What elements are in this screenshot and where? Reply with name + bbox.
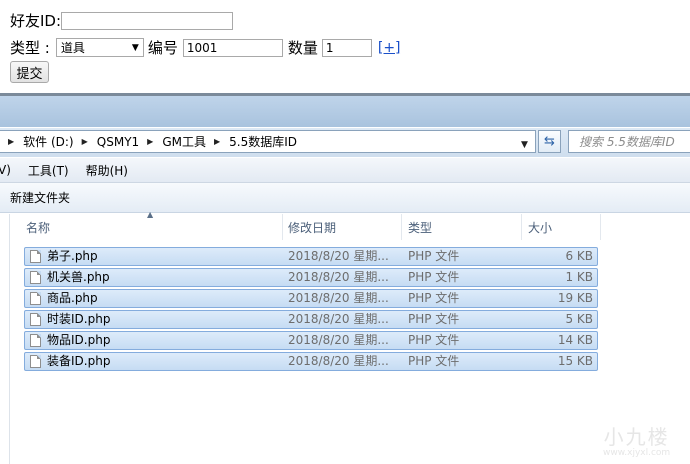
item-row: 类型 : 道具 ▼ 编号 数量 [+] [10,37,401,58]
breadcrumb-item[interactable]: QSMY1 [97,135,139,149]
file-type: PHP 文件 [408,270,460,284]
file-date: 2018/8/20 星期... [288,312,389,326]
breadcrumb: ▶ QSMY1 [82,135,140,149]
quantity-input[interactable] [321,38,372,57]
search-input[interactable]: 搜索 5.5数据库ID [568,130,690,153]
file-row[interactable]: 商品.php 2018/8/20 星期... PHP 文件 19 KB [24,289,598,308]
menu-bar: V) 工具(T) 帮助(H) [0,158,690,183]
column-separator[interactable] [600,214,601,240]
friend-id-row: 好友ID: [10,10,234,31]
file-size: 14 KB [557,333,593,347]
file-name: 商品.php [47,291,98,305]
triangle-right-icon[interactable]: ▶ [147,137,153,146]
address-bar: ▶ 软件 (D:) ▶ QSMY1 ▶ GM工具 ▶ 5.5数据库ID ▼ ⇆ … [0,128,690,157]
refresh-button[interactable]: ⇆ [538,130,561,153]
watermark-title: 小九楼 [603,425,670,449]
triangle-right-icon[interactable]: ▶ [8,137,14,146]
column-separator[interactable] [521,214,522,240]
type-select[interactable]: 道具 ▼ [55,38,144,57]
file-date: 2018/8/20 星期... [288,333,389,347]
file-date: 2018/8/20 星期... [288,270,389,284]
chevron-down-icon: ▼ [131,42,139,53]
file-type: PHP 文件 [408,249,460,263]
column-separator[interactable] [401,214,402,240]
file-type: PHP 文件 [408,312,460,326]
column-header-type[interactable]: 类型 [408,214,521,240]
file-explorer-window: ▶ 软件 (D:) ▶ QSMY1 ▶ GM工具 ▶ 5.5数据库ID ▼ ⇆ … [0,96,690,464]
file-name: 时装ID.php [47,312,111,326]
file-row[interactable]: 装备ID.php 2018/8/20 星期... PHP 文件 15 KB [24,352,598,371]
file-name: 物品ID.php [47,333,111,347]
file-type: PHP 文件 [408,291,460,305]
watermark-url: www.xjyxl.com [603,448,671,458]
friend-id-input[interactable] [61,11,234,30]
breadcrumb: ▶ GM工具 [147,133,206,150]
file-row[interactable]: 机关兽.php 2018/8/20 星期... PHP 文件 1 KB [24,268,598,287]
file-icon [30,355,41,368]
type-selected-value: 道具 [60,41,85,55]
file-size: 15 KB [557,354,593,368]
breadcrumb-item[interactable]: 软件 (D:) [23,133,73,150]
refresh-icon: ⇆ [544,134,555,149]
quantity-label: 数量 [287,39,318,57]
file-row[interactable]: 物品ID.php 2018/8/20 星期... PHP 文件 14 KB [24,331,598,350]
breadcrumb-item[interactable]: GM工具 [162,133,206,150]
file-date: 2018/8/20 星期... [288,249,389,263]
chevron-down-icon[interactable]: ▼ [521,140,528,150]
breadcrumb: ▶ 软件 (D:) [8,133,74,150]
triangle-right-icon[interactable]: ▶ [214,137,220,146]
file-name: 机关兽.php [47,270,110,284]
file-list: 弟子.php 2018/8/20 星期... PHP 文件 6 KB 机关兽.p… [24,247,598,373]
address-box[interactable]: ▶ 软件 (D:) ▶ QSMY1 ▶ GM工具 ▶ 5.5数据库ID ▼ [0,130,536,153]
file-row[interactable]: 弟子.php 2018/8/20 星期... PHP 文件 6 KB [24,247,598,266]
column-separator[interactable] [282,214,283,240]
file-type: PHP 文件 [408,333,460,347]
title-bar [0,96,690,127]
file-icon [30,334,41,347]
file-size: 1 KB [565,270,593,284]
breadcrumb-item[interactable]: 5.5数据库ID [229,133,297,150]
column-header-size[interactable]: 大小 [528,214,600,240]
file-name: 装备ID.php [47,354,111,368]
menu-item-view[interactable]: V) [0,163,11,177]
web-form: 好友ID: 类型 : 道具 ▼ 编号 数量 [+] 提交 [0,0,690,93]
file-name: 弟子.php [47,249,98,263]
file-size: 5 KB [565,312,593,326]
breadcrumb: ▶ 5.5数据库ID [214,133,297,150]
menu-item-tools[interactable]: 工具(T) [28,162,69,179]
number-label: 编号 [147,39,178,57]
file-icon [30,292,41,305]
file-size: 19 KB [557,291,593,305]
file-icon [30,313,41,326]
file-type: PHP 文件 [408,354,460,368]
file-date: 2018/8/20 星期... [288,354,389,368]
friend-id-label: 好友ID: [10,12,62,30]
file-icon [30,250,41,263]
pane-divider [9,214,10,464]
new-folder-button[interactable]: 新建文件夹 [10,189,70,206]
file-date: 2018/8/20 星期... [288,291,389,305]
column-header-name[interactable]: 名称 [26,214,282,240]
command-toolbar: 新建文件夹 [0,183,690,213]
watermark: 小九楼 www.xjyxl.com [603,421,670,458]
menu-item-help[interactable]: 帮助(H) [86,162,128,179]
file-size: 6 KB [565,249,593,263]
file-icon [30,271,41,284]
triangle-right-icon[interactable]: ▶ [82,137,88,146]
type-label: 类型 : [10,39,50,57]
submit-button[interactable]: 提交 [10,61,49,83]
file-row[interactable]: 时装ID.php 2018/8/20 星期... PHP 文件 5 KB [24,310,598,329]
column-header-date[interactable]: 修改日期 [288,214,401,240]
number-input[interactable] [182,38,283,57]
add-link[interactable]: [+] [378,40,401,56]
